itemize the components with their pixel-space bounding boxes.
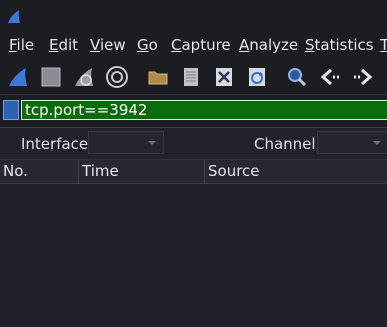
open-file-folder-icon[interactable]: [145, 64, 171, 90]
column-header-no[interactable]: No.: [0, 160, 28, 183]
chevron-down-icon: [373, 141, 381, 145]
find-packet-search-icon[interactable]: [284, 64, 310, 90]
go-forward-arrow-icon[interactable]: [350, 64, 376, 90]
column-header-source[interactable]: Source: [205, 160, 260, 183]
display-filter-bar: tcp.port==3942: [0, 95, 387, 128]
wireshark-fin-icon: [8, 10, 20, 23]
display-filter-input[interactable]: tcp.port==3942: [21, 100, 387, 120]
restart-capture-icon[interactable]: [71, 64, 97, 90]
chevron-down-icon: [148, 141, 156, 145]
close-file-icon[interactable]: [211, 64, 237, 90]
title-bar: [0, 0, 387, 30]
menu-view[interactable]: View: [90, 36, 126, 54]
channel-combo[interactable]: [317, 131, 387, 154]
menu-edit[interactable]: Edit: [49, 36, 78, 54]
packet-list[interactable]: [0, 184, 387, 327]
filter-bookmark-icon[interactable]: [3, 100, 19, 120]
menu-bar: File Edit View Go Capture Analyze Statis…: [0, 30, 387, 58]
packet-list-header: No. Time Source: [0, 160, 387, 184]
menu-telephony[interactable]: T: [380, 36, 387, 54]
capture-options-gear-icon[interactable]: [104, 64, 130, 90]
menu-analyze[interactable]: Analyze: [239, 36, 298, 54]
interface-label: Interface: [21, 135, 89, 153]
channel-label: Channel: [254, 135, 316, 153]
stop-capture-icon[interactable]: [38, 64, 64, 90]
menu-file[interactable]: File: [9, 36, 34, 54]
interface-combo[interactable]: [88, 131, 164, 154]
start-capture-fin-icon[interactable]: [5, 64, 31, 90]
wireless-toolbar: Interface Channel: [0, 128, 387, 160]
menu-capture[interactable]: Capture: [171, 36, 231, 54]
menu-go[interactable]: Go: [137, 36, 158, 54]
reload-file-icon[interactable]: [244, 64, 270, 90]
save-file-icon[interactable]: [178, 64, 204, 90]
menu-statistics[interactable]: Statistics: [305, 36, 374, 54]
column-header-time[interactable]: Time: [79, 160, 119, 183]
go-back-arrow-icon[interactable]: [317, 64, 343, 90]
main-toolbar: [0, 58, 387, 95]
